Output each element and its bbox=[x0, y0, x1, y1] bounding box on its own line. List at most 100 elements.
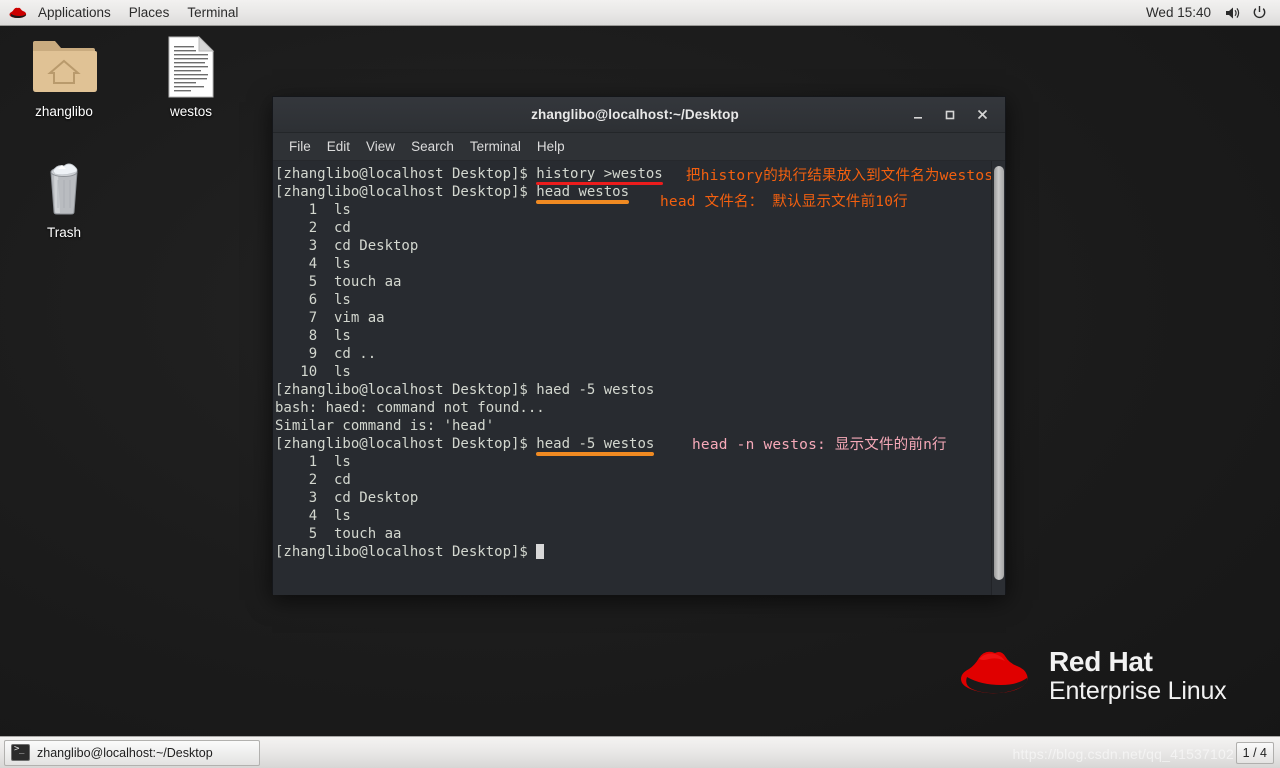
minimize-button[interactable] bbox=[907, 104, 929, 126]
menu-view[interactable]: View bbox=[358, 133, 403, 160]
terminal-line: 6 ls bbox=[275, 291, 663, 309]
terminal-line: 2 cd bbox=[275, 219, 663, 237]
desktop-icon-zhanglibo[interactable]: zhanglibo bbox=[16, 34, 112, 119]
home-folder-icon bbox=[16, 34, 112, 100]
terminal-line: [zhanglibo@localhost Desktop]$ history >… bbox=[275, 165, 663, 183]
maximize-button[interactable] bbox=[939, 104, 961, 126]
menu-search[interactable]: Search bbox=[403, 133, 462, 160]
window-controls bbox=[907, 104, 1005, 126]
shell-command: head -5 westos bbox=[536, 436, 655, 452]
terminal-menu-bar[interactable]: File Edit View Search Terminal Help bbox=[273, 133, 1005, 161]
terminal-output: 4 ls bbox=[275, 256, 351, 272]
terminal-output: 5 touch aa bbox=[275, 274, 402, 290]
shell-prompt: [zhanglibo@localhost Desktop]$ bbox=[275, 166, 537, 182]
terminal-output: 3 cd Desktop bbox=[275, 238, 419, 254]
volume-icon[interactable] bbox=[1223, 3, 1243, 23]
terminal-line: [zhanglibo@localhost Desktop]$ haed -5 w… bbox=[275, 381, 663, 399]
terminal-line: 5 touch aa bbox=[275, 525, 663, 543]
scrollbar-thumb[interactable] bbox=[994, 166, 1004, 580]
close-icon bbox=[977, 109, 987, 120]
terminal-output: 9 cd .. bbox=[275, 346, 377, 362]
terminal-output: 1 ls bbox=[275, 202, 351, 218]
terminal-scrollbar[interactable] bbox=[991, 161, 1005, 595]
terminal-line: 8 ls bbox=[275, 327, 663, 345]
workspace-indicator[interactable]: 1 / 4 bbox=[1235, 741, 1274, 764]
terminal-line: 2 cd bbox=[275, 471, 663, 489]
csdn-watermark: https://blog.csdn.net/qq_41537102 bbox=[1012, 746, 1234, 762]
terminal-line: [zhanglibo@localhost Desktop]$ bbox=[275, 543, 663, 561]
terminal-window-title: zhanglibo@localhost:~/Desktop bbox=[531, 107, 739, 122]
taskbar-window-label: zhanglibo@localhost:~/Desktop bbox=[37, 745, 213, 760]
terminal-output: bash: haed: command not found... bbox=[275, 400, 545, 416]
desktop-icon-westos[interactable]: westos bbox=[143, 34, 239, 119]
shell-command: head westos bbox=[536, 184, 630, 200]
terminal-output: 7 vim aa bbox=[275, 310, 385, 326]
desktop-icon-label: westos bbox=[169, 104, 213, 119]
terminal-window[interactable]: zhanglibo@localhost:~/Desktop File Edit … bbox=[272, 96, 1006, 595]
terminal-output: 2 cd bbox=[275, 220, 351, 236]
taskbar-right-group: 1 / 4 bbox=[1235, 741, 1280, 764]
applications-menu[interactable]: Applications bbox=[29, 0, 120, 26]
annotation-history-redirect: 把history的执行结果放入到文件名为westos的文件中去 bbox=[686, 168, 1005, 184]
terminal-line: Similar command is: 'head' bbox=[275, 417, 663, 435]
annotation-head-default: head 文件名： 默认显示文件前10行 bbox=[660, 194, 908, 210]
terminal-output: Similar command is: 'head' bbox=[275, 418, 495, 434]
shell-prompt: [zhanglibo@localhost Desktop]$ bbox=[275, 436, 537, 452]
terminal-line: 7 vim aa bbox=[275, 309, 663, 327]
terminal-output: 1 ls bbox=[275, 454, 351, 470]
menu-edit[interactable]: Edit bbox=[319, 133, 358, 160]
brand-line-2: Enterprise Linux bbox=[1049, 676, 1227, 705]
terminal-output: 5 touch aa bbox=[275, 526, 402, 542]
rhel-wordmark: Red Hat Enterprise Linux bbox=[1049, 645, 1227, 705]
shell-command: haed -5 westos bbox=[536, 382, 655, 398]
taskbar-window-button[interactable]: zhanglibo@localhost:~/Desktop bbox=[4, 739, 260, 766]
terminal-line: 5 touch aa bbox=[275, 273, 663, 291]
minimize-icon bbox=[914, 116, 922, 119]
terminal-line: [zhanglibo@localhost Desktop]$ head -5 w… bbox=[275, 435, 663, 453]
terminal-output: 6 ls bbox=[275, 292, 351, 308]
annotation-head-n: head -n westos: 显示文件的前n行 bbox=[692, 437, 947, 453]
terminal-output: 10 ls bbox=[275, 364, 351, 380]
desktop-icon-trash[interactable]: Trash bbox=[16, 155, 112, 240]
shell-prompt: [zhanglibo@localhost Desktop]$ bbox=[275, 382, 537, 398]
terminal-icon bbox=[11, 744, 30, 761]
close-button[interactable] bbox=[971, 104, 993, 126]
terminal-output: 2 cd bbox=[275, 472, 351, 488]
clock[interactable]: Wed 15:40 bbox=[1137, 5, 1220, 20]
shell-command: history >westos bbox=[536, 166, 663, 182]
desktop-background: zhanglibo westos Trash Red Hat Enterpris… bbox=[0, 0, 1280, 768]
places-menu[interactable]: Places bbox=[120, 0, 179, 26]
top-panel[interactable]: Applications Places Terminal Wed 15:40 bbox=[0, 0, 1280, 26]
terminal-line: 4 ls bbox=[275, 255, 663, 273]
panel-right-group: Wed 15:40 bbox=[1137, 3, 1280, 23]
terminal-title-bar[interactable]: zhanglibo@localhost:~/Desktop bbox=[273, 97, 1005, 133]
terminal-output: 8 ls bbox=[275, 328, 351, 344]
terminal-line: 4 ls bbox=[275, 507, 663, 525]
terminal-line: 9 cd .. bbox=[275, 345, 663, 363]
menu-terminal[interactable]: Terminal bbox=[462, 133, 529, 160]
terminal-line: 1 ls bbox=[275, 453, 663, 471]
brand-line-1: Red Hat bbox=[1049, 645, 1153, 677]
terminal-output-area[interactable]: [zhanglibo@localhost Desktop]$ history >… bbox=[273, 161, 1005, 595]
trash-full-icon bbox=[16, 155, 112, 221]
menu-help[interactable]: Help bbox=[529, 133, 573, 160]
rhel-branding: Red Hat Enterprise Linux bbox=[955, 645, 1227, 706]
shell-prompt: [zhanglibo@localhost Desktop]$ bbox=[275, 544, 537, 560]
desktop-icon-label: zhanglibo bbox=[35, 104, 93, 119]
terminal-output: 3 cd Desktop bbox=[275, 490, 419, 506]
redhat-fedora-icon bbox=[955, 645, 1035, 706]
menu-file[interactable]: File bbox=[281, 133, 319, 160]
panel-left-group: Applications Places Terminal bbox=[2, 0, 247, 26]
terminal-menu[interactable]: Terminal bbox=[178, 0, 247, 26]
terminal-line: bash: haed: command not found... bbox=[275, 399, 663, 417]
maximize-icon bbox=[945, 110, 955, 119]
terminal-line: 1 ls bbox=[275, 201, 663, 219]
desktop-icon-label: Trash bbox=[46, 225, 81, 240]
power-icon[interactable] bbox=[1249, 3, 1269, 23]
terminal-line: 10 ls bbox=[275, 363, 663, 381]
terminal-text: [zhanglibo@localhost Desktop]$ history >… bbox=[275, 165, 663, 561]
redhat-fedora-icon[interactable] bbox=[8, 6, 28, 20]
terminal-line: 3 cd Desktop bbox=[275, 237, 663, 255]
shell-prompt: [zhanglibo@localhost Desktop]$ bbox=[275, 184, 537, 200]
text-document-icon bbox=[143, 34, 239, 100]
